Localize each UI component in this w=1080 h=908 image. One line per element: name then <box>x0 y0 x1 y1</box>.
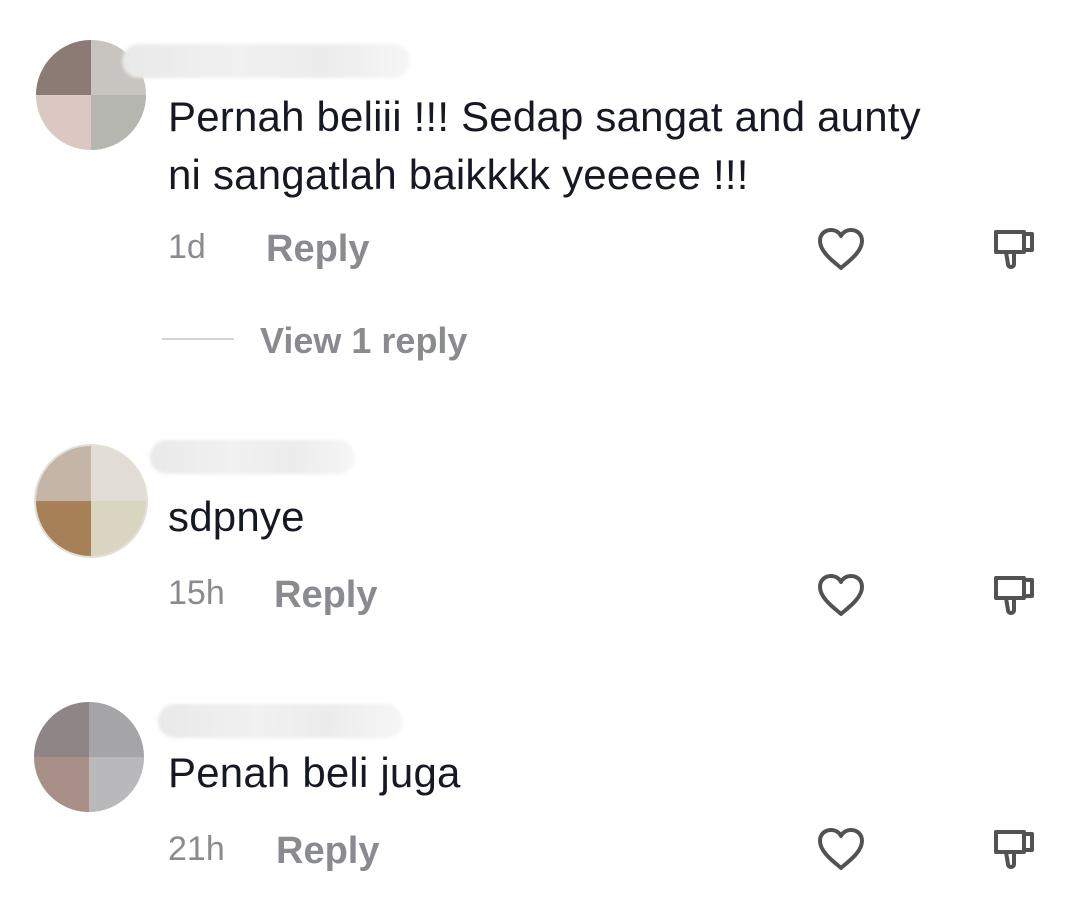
avatar-pixel <box>36 40 91 95</box>
username-blurred[interactable] <box>158 704 403 738</box>
view-replies-label: View 1 reply <box>260 320 468 361</box>
avatar-pixel <box>91 501 146 556</box>
avatar-pixel <box>91 95 146 150</box>
heart-icon[interactable] <box>816 826 866 872</box>
comment-meta: 1d Reply <box>168 228 1048 278</box>
comment-timestamp: 15h <box>168 574 225 612</box>
avatar-pixel <box>34 757 89 812</box>
comment-item-2: sdpnye 15h Reply <box>0 430 1080 650</box>
thumbs-down-icon[interactable] <box>992 226 1038 272</box>
comment-meta: 15h Reply <box>168 574 1048 624</box>
avatar-pixel <box>36 95 91 150</box>
comment-meta: 21h Reply <box>168 830 1048 880</box>
heart-icon[interactable] <box>816 226 866 272</box>
comment-item-1: Pernah beliii !!! Sedap sangat and aunty… <box>0 0 1080 380</box>
reply-button[interactable]: Reply <box>276 830 379 873</box>
thumbs-down-icon[interactable] <box>992 826 1038 872</box>
avatar-pixel <box>89 757 144 812</box>
comment-text: Pernah beliii !!! Sedap sangat and aunty… <box>168 93 921 198</box>
username-blurred[interactable] <box>122 44 410 78</box>
avatar-pixel <box>36 446 91 501</box>
avatar[interactable] <box>34 702 144 812</box>
heart-icon[interactable] <box>816 572 866 618</box>
comment-text: sdpnye <box>168 493 305 540</box>
reply-button[interactable]: Reply <box>266 228 369 271</box>
comment-timestamp: 21h <box>168 830 225 868</box>
comment-timestamp: 1d <box>168 228 206 266</box>
avatar-pixel <box>34 702 89 757</box>
view-replies-divider <box>162 338 234 340</box>
avatar-pixel <box>36 501 91 556</box>
avatar-pixel <box>89 702 144 757</box>
username-blurred[interactable] <box>150 440 355 474</box>
thumbs-down-icon[interactable] <box>992 572 1038 618</box>
reply-button[interactable]: Reply <box>274 574 377 617</box>
comment-item-3: Penah beli juga 21h Reply <box>0 690 1080 908</box>
avatar-pixel <box>91 446 146 501</box>
comment-text: Penah beli juga <box>168 749 461 796</box>
avatar[interactable] <box>34 444 148 558</box>
